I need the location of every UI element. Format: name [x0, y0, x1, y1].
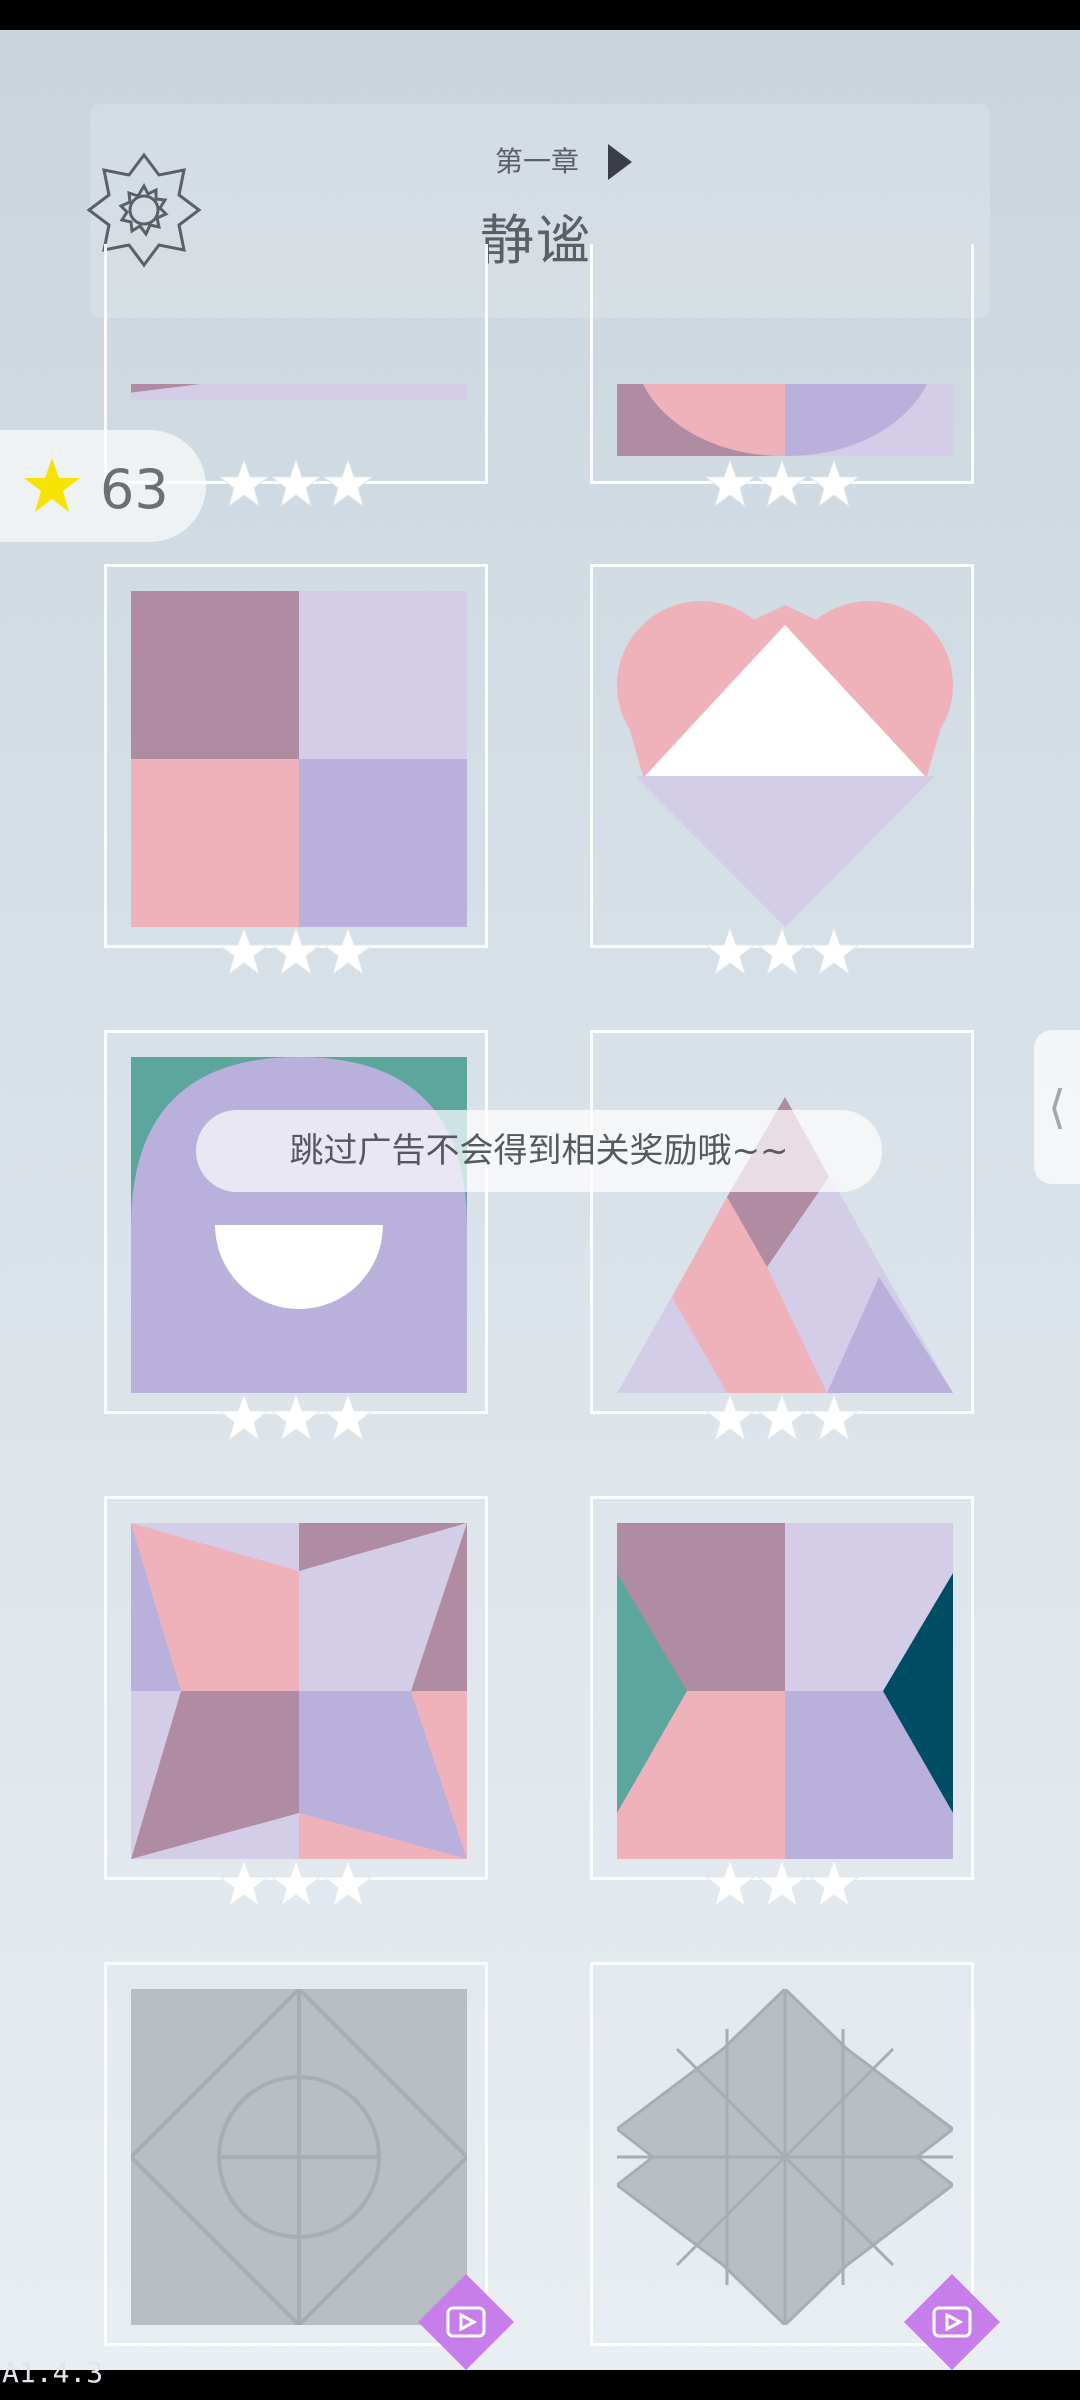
star-icon	[808, 1392, 860, 1442]
star-icon	[704, 1858, 756, 1908]
star-icon	[756, 926, 808, 976]
page-title: 静谧	[480, 209, 592, 272]
star-icon	[218, 1858, 270, 1908]
star-icon	[808, 1858, 860, 1908]
video-ad-icon	[904, 2274, 1000, 2370]
star-icon	[218, 926, 270, 976]
video-ad-button[interactable]	[902, 2272, 1002, 2372]
star-rating	[218, 1858, 378, 1910]
status-bar	[0, 0, 1080, 30]
level-card-star[interactable]	[104, 1496, 488, 1880]
star-icon	[704, 926, 756, 976]
star-icon	[218, 458, 270, 508]
star-rating	[704, 458, 864, 510]
video-ad-icon	[418, 2274, 514, 2370]
toast-message: 跳过广告不会得到相关奖励哦~~	[196, 1110, 882, 1192]
star-icon	[756, 1392, 808, 1442]
star-icon	[270, 1858, 322, 1908]
chevron-left-icon: ⟨	[1048, 1080, 1066, 1134]
star-icon	[704, 458, 756, 508]
star-icon	[322, 1392, 374, 1442]
level-card-face[interactable]	[104, 1030, 488, 1414]
level-card-heart[interactable]	[590, 564, 974, 948]
star-rating	[218, 926, 378, 978]
star-rating	[704, 926, 864, 978]
star-icon	[756, 1858, 808, 1908]
side-drawer-handle[interactable]: ⟨	[1034, 1030, 1080, 1184]
level-card-bowtie[interactable]	[590, 1496, 974, 1880]
video-ad-button[interactable]	[416, 2272, 516, 2372]
navigation-bar	[0, 2370, 1080, 2400]
star-icon	[270, 1392, 322, 1442]
star-icon	[808, 458, 860, 508]
level-card[interactable]	[590, 244, 974, 484]
star-rating	[704, 1392, 864, 1444]
star-icon	[322, 926, 374, 976]
level-card-square[interactable]	[104, 564, 488, 948]
star-rating	[704, 1858, 864, 1910]
star-total-badge: 63	[0, 430, 206, 542]
star-rating	[218, 1392, 378, 1444]
star-icon	[218, 1392, 270, 1442]
star-icon	[322, 458, 374, 508]
star-icon	[756, 458, 808, 508]
version-label: A1.4.3	[2, 2356, 104, 2389]
star-icon	[808, 926, 860, 976]
star-icon	[24, 458, 80, 512]
star-total-count: 63	[100, 458, 169, 521]
star-icon	[270, 458, 322, 508]
level-card-mountain[interactable]	[590, 1030, 974, 1414]
star-icon	[270, 926, 322, 976]
star-rating	[218, 458, 378, 510]
star-icon	[322, 1858, 374, 1908]
chapter-label: 第一章	[495, 145, 580, 178]
play-triangle-icon[interactable]	[606, 142, 634, 182]
star-icon	[704, 1392, 756, 1442]
